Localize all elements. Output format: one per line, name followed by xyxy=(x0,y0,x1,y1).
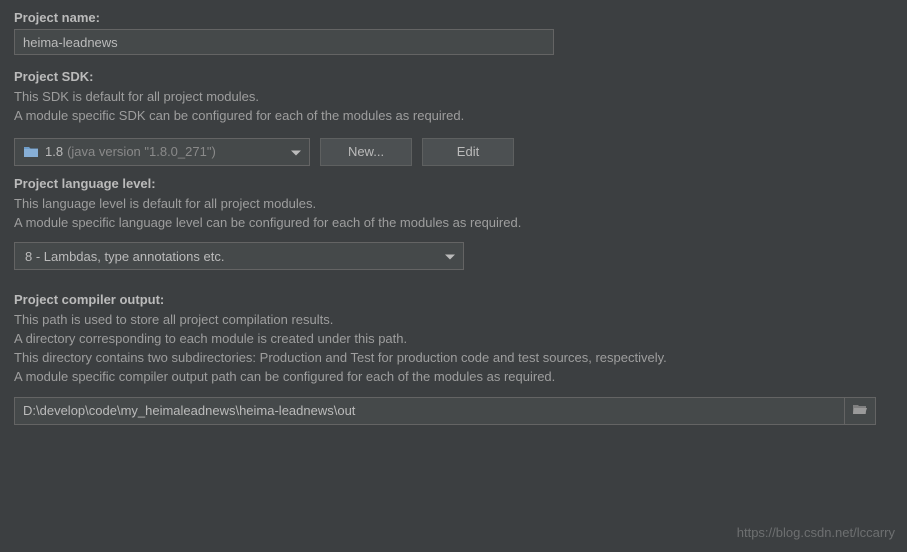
sdk-dropdown[interactable]: 1.8 (java version "1.8.0_271") xyxy=(14,138,310,166)
project-sdk-label: Project SDK: xyxy=(14,69,893,84)
output-desc-4: A module specific compiler output path c… xyxy=(14,368,893,387)
language-level-dropdown[interactable]: 8 - Lambdas, type annotations etc. xyxy=(14,242,464,270)
chevron-down-icon xyxy=(291,144,301,159)
output-desc-2: A directory corresponding to each module… xyxy=(14,330,893,349)
folder-open-icon xyxy=(852,401,868,420)
project-name-input[interactable] xyxy=(14,29,554,55)
sdk-selected-version: (java version "1.8.0_271") xyxy=(67,144,216,159)
sdk-desc-1: This SDK is default for all project modu… xyxy=(14,88,893,107)
watermark-text: https://blog.csdn.net/lccarry xyxy=(737,525,895,540)
chevron-down-icon xyxy=(445,249,455,264)
browse-button[interactable] xyxy=(844,397,876,425)
lang-desc-2: A module specific language level can be … xyxy=(14,214,893,233)
sdk-desc-2: A module specific SDK can be configured … xyxy=(14,107,893,126)
output-desc-1: This path is used to store all project c… xyxy=(14,311,893,330)
language-level-label: Project language level: xyxy=(14,176,893,191)
project-name-label: Project name: xyxy=(14,10,893,25)
new-sdk-button[interactable]: New... xyxy=(320,138,412,166)
lang-desc-1: This language level is default for all p… xyxy=(14,195,893,214)
sdk-selected-name: 1.8 xyxy=(45,144,63,159)
language-level-selected: 8 - Lambdas, type annotations etc. xyxy=(25,249,224,264)
compiler-output-input[interactable] xyxy=(14,397,844,425)
compiler-output-label: Project compiler output: xyxy=(14,292,893,307)
folder-icon xyxy=(23,144,39,160)
output-desc-3: This directory contains two subdirectori… xyxy=(14,349,893,368)
edit-sdk-button[interactable]: Edit xyxy=(422,138,514,166)
